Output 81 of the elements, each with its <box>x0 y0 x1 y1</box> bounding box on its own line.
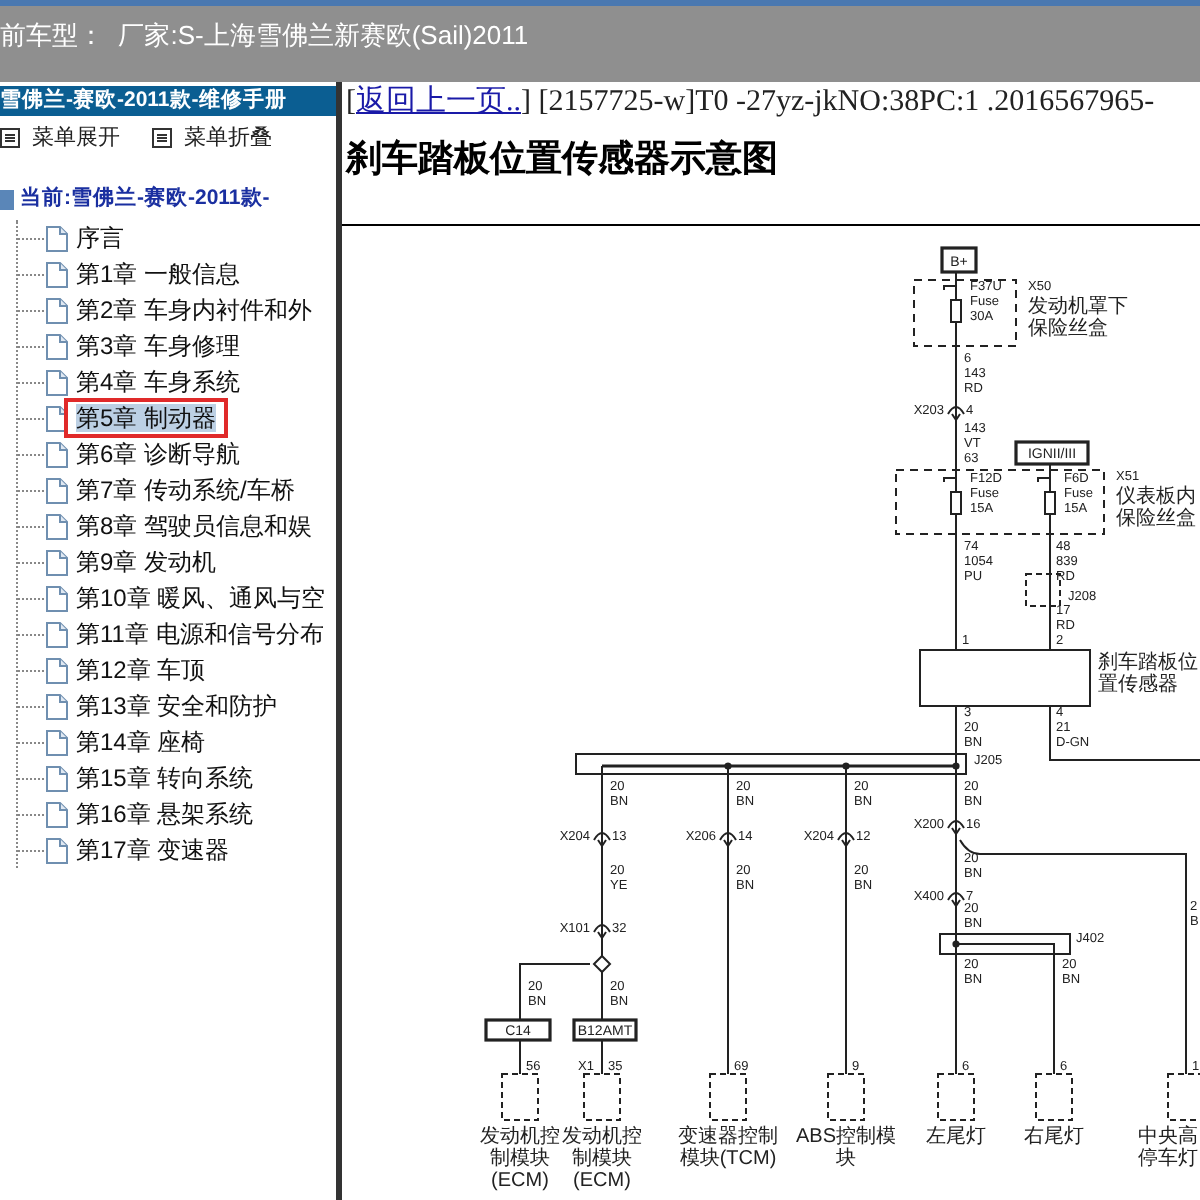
sensor-caption: 刹车踏板位置传感器 <box>1098 652 1198 696</box>
power-box <box>1014 440 1090 466</box>
module-outline <box>583 1073 621 1121</box>
tree-item[interactable]: 第16章 悬架系统 <box>64 794 266 834</box>
fuse-block-caption: 发动机罩下保险丝盒 <box>1028 296 1128 340</box>
fuse-block-caption: 仪表板内保险丝盒 <box>1116 486 1196 530</box>
tree-item[interactable]: 第5章 制动器 <box>64 398 229 438</box>
module-caption: 中央高停车灯 <box>1138 1126 1198 1170</box>
page-icon <box>46 765 68 791</box>
book-icon <box>0 188 16 212</box>
page-icon <box>46 297 68 323</box>
tree-item[interactable]: 第15章 转向系统 <box>64 758 266 798</box>
connector-symbol <box>593 924 611 939</box>
tree-item[interactable]: 第9章 发动机 <box>64 542 229 582</box>
tree-item[interactable]: 序言 <box>64 218 136 258</box>
page-icon <box>46 729 68 755</box>
menu-toggle-button[interactable]: 菜单折叠 <box>152 121 272 155</box>
module-outline <box>1167 1073 1200 1121</box>
page-icon <box>46 261 68 287</box>
connector-symbol <box>947 406 965 421</box>
connector-symbol <box>947 820 965 835</box>
tree-item[interactable]: 第17章 变速器 <box>64 830 242 870</box>
tree-item[interactable]: 第4章 车身系统 <box>64 362 253 402</box>
tree-item[interactable]: 第2章 车身内衬件和外 <box>64 290 325 330</box>
car-model-title: 前车型： 厂家:S-上海雪佛兰新赛欧(Sail)2011 <box>0 20 529 50</box>
fuse-symbol <box>943 477 962 515</box>
tree-item[interactable]: 第11章 电源和信号分布 <box>64 614 336 654</box>
tree-item[interactable]: 第3章 车身修理 <box>64 326 253 366</box>
page-icon <box>46 837 68 863</box>
connector-symbol <box>719 832 737 847</box>
harness-connector-box <box>484 1018 552 1042</box>
page-icon <box>46 405 68 431</box>
connector-symbol <box>837 832 855 847</box>
page-icon <box>46 693 68 719</box>
fuse-symbol <box>943 285 962 323</box>
module-caption: 左尾灯 <box>926 1126 986 1148</box>
splice-diamond <box>592 954 612 974</box>
page-icon <box>46 621 68 647</box>
module-outline <box>501 1073 539 1121</box>
tree-item[interactable]: 第14章 座椅 <box>64 722 218 762</box>
module-caption: ABS控制模块 <box>796 1126 896 1170</box>
tree-item[interactable]: 第13章 安全和防护 <box>64 686 290 726</box>
page-icon <box>46 657 68 683</box>
tree-item[interactable]: 第10章 暖风、通风与空 <box>64 578 338 618</box>
tree-root[interactable]: 当前:雪佛兰-赛欧-2011款- <box>20 184 270 216</box>
power-box <box>940 246 978 274</box>
splice-bar <box>939 933 1071 955</box>
connector-symbol <box>947 892 965 907</box>
module-caption: 发动机控制模块(ECM) <box>480 1126 560 1192</box>
page-icon <box>46 801 68 827</box>
page-icon <box>46 585 68 611</box>
module-caption: 发动机控制模块(ECM) <box>562 1126 642 1192</box>
splice-outline <box>1025 573 1061 607</box>
page-icon <box>46 477 68 503</box>
page-icon <box>46 225 68 251</box>
tree-item[interactable]: 第7章 传动系统/车桥 <box>64 470 307 510</box>
module-caption: 变速器控制模块(TCM) <box>678 1126 778 1170</box>
page-icon <box>46 369 68 395</box>
back-link[interactable]: 返回上一页.. <box>356 86 521 118</box>
module-outline <box>827 1073 865 1121</box>
page-icon <box>46 513 68 539</box>
fuse-symbol <box>1037 477 1056 515</box>
tree-item[interactable]: 第6章 诊断导航 <box>64 434 253 474</box>
module-outline <box>1035 1073 1073 1121</box>
module-outline <box>709 1073 747 1121</box>
diagram-heading: 刹车踏板位置传感器示意图 <box>346 136 780 182</box>
page-icon <box>46 549 68 575</box>
sidebar-title: 雪佛兰-赛欧-2011款-维修手册 <box>0 86 336 116</box>
menu-toggle-button[interactable]: 菜单展开 <box>0 121 120 155</box>
list-icon <box>152 128 172 148</box>
harness-connector-box <box>572 1018 638 1042</box>
connector-symbol <box>593 832 611 847</box>
page-icon <box>46 441 68 467</box>
tree-item[interactable]: 第1章 一般信息 <box>64 254 253 294</box>
tree-item[interactable]: 第12章 车顶 <box>64 650 218 690</box>
page-info-line: [返回上一页..] [2157725-w]T0 -27yz-jkNO:38PC:1 .2016567965- <box>346 83 1157 122</box>
module-caption: 右尾灯 <box>1024 1126 1084 1148</box>
module-outline <box>937 1073 975 1121</box>
page-icon <box>46 333 68 359</box>
fuse-block-outline <box>913 279 1017 347</box>
tree-item[interactable]: 第8章 驾驶员信息和娱 <box>64 506 325 546</box>
